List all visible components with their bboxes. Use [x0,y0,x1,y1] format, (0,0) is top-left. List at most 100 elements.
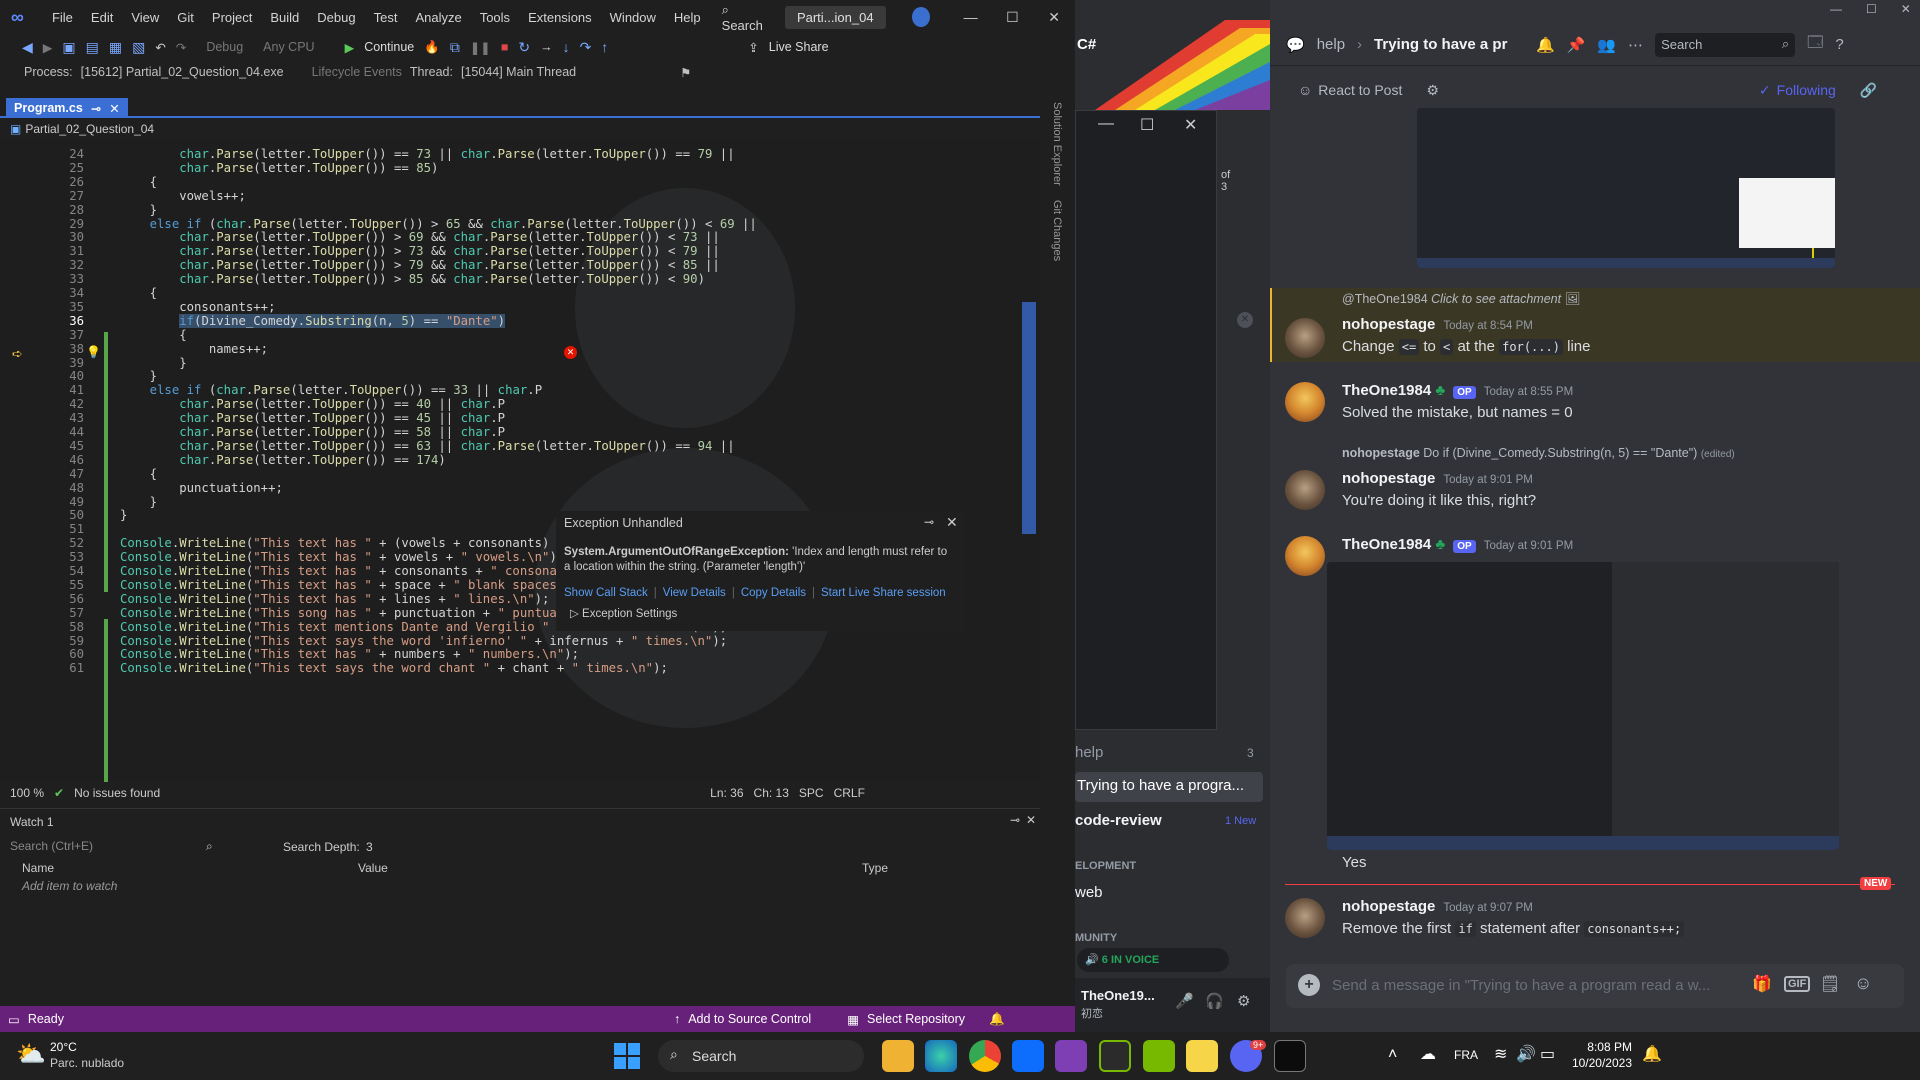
error-icon[interactable]: ✕ [564,346,577,359]
gif-button[interactable]: GIF [1784,976,1811,992]
add-watch-item[interactable]: Add item to watch [22,879,117,893]
menu-test[interactable]: Test [365,10,407,25]
select-repository-button[interactable]: Select Repository [867,1012,965,1026]
link-icon[interactable]: 🔗 [1860,82,1877,99]
menu-window[interactable]: Window [601,10,665,25]
menu-view[interactable]: View [122,10,168,25]
channel-web[interactable]: web [1075,884,1103,901]
show-next-statement-icon[interactable]: → [540,40,553,54]
settings-gear-icon[interactable]: ⚙ [1237,992,1250,1010]
redo-icon[interactable]: ↷ [176,40,186,55]
author-name[interactable]: TheOne1984 [1342,382,1431,399]
reply-reference[interactable]: @TheOne1984 Click to see attachment 🖼 [1342,292,1580,307]
menu-analyze[interactable]: Analyze [406,10,470,25]
help-icon[interactable]: ? [1835,36,1843,53]
process-dropdown[interactable]: [15612] Partial_02_Question_04.exe [81,65,284,79]
menu-tools[interactable]: Tools [471,10,519,25]
message-author[interactable]: nohopestage Today at 8:54 PM [1342,316,1533,333]
show-call-stack-link[interactable]: Show Call Stack [564,587,648,599]
undo-icon[interactable]: ↶ [155,40,165,55]
minimize-icon[interactable]: — [1830,2,1842,16]
menu-debug[interactable]: Debug [308,10,364,25]
avatar[interactable] [1285,382,1325,422]
forum-name[interactable]: help [1317,36,1345,53]
image-attachment[interactable] [1417,108,1835,268]
minimize-icon[interactable]: — [950,9,992,25]
sticky-notes-icon[interactable] [1186,1040,1218,1072]
avatar[interactable] [1285,318,1325,358]
column-type[interactable]: Type [862,861,888,875]
following-button[interactable]: Following [1777,82,1836,98]
view-details-link[interactable]: View Details [663,587,726,599]
headphones-icon[interactable]: 🎧 [1205,992,1224,1010]
close-icon[interactable]: ✕ [1184,115,1197,135]
store-icon[interactable] [1012,1040,1044,1072]
file-explorer-icon[interactable] [882,1040,914,1072]
wifi-icon[interactable]: ≋ [1494,1044,1507,1064]
save-icon[interactable]: ▦ [109,39,122,56]
restart-icon[interactable]: ↻ [518,39,530,56]
pause-icon[interactable]: ❚❚ [470,40,491,55]
onedrive-icon[interactable]: ☁ [1420,1044,1436,1064]
account-avatar[interactable] [911,7,930,27]
vertical-scrollbar-map[interactable] [1022,302,1036,534]
tab-program-cs[interactable]: Program.cs ⊸ ✕ [6,98,128,118]
step-into-icon[interactable]: ↓ [563,39,570,55]
more-options-icon[interactable]: ⋯ [1628,36,1643,54]
open-folder-icon[interactable]: ▤ [86,39,99,56]
category-development[interactable]: ELOPMENT [1075,860,1136,872]
menu-help[interactable]: Help [665,10,710,25]
step-over-icon[interactable]: ↷ [580,39,592,56]
settings-gear-icon[interactable]: ⚙ [1426,82,1439,99]
continue-button[interactable]: Continue [364,40,414,54]
lifecycle-events-button[interactable]: Lifecycle Events [312,65,402,79]
config-dropdown[interactable]: Debug [206,40,243,54]
language-indicator[interactable]: FRA [1454,1048,1478,1062]
notification-bell-icon[interactable]: 🔔 [1642,1044,1662,1064]
author-name[interactable]: TheOne1984 [1342,536,1431,553]
screenshot-attachment[interactable] [1327,562,1839,850]
user-name[interactable]: TheOne19... [1081,988,1155,1003]
browser-link-icon[interactable]: ⧉ [450,39,460,56]
column-name[interactable]: Name [22,861,54,875]
voice-indicator[interactable]: 🔊 6 IN VOICE [1077,948,1229,972]
save-all-icon[interactable]: ▧ [132,39,145,56]
menu-edit[interactable]: Edit [82,10,122,25]
maximize-icon[interactable]: ☐ [1866,2,1877,16]
line-ending-mode[interactable]: CRLF [834,786,865,800]
pin-icon[interactable]: ⊸ [924,515,934,529]
close-icon[interactable]: ✕ [1033,9,1075,26]
back-icon[interactable]: ◀ [22,39,33,56]
sticker-icon[interactable]: 🗒 [1820,974,1840,994]
inbox-icon[interactable]: 🗔 [1807,32,1823,57]
chrome-icon[interactable] [969,1040,1001,1072]
add-attachment-icon[interactable]: + [1298,974,1320,996]
gift-icon[interactable]: 🎁 [1752,974,1772,994]
menu-build[interactable]: Build [261,10,308,25]
battery-icon[interactable]: ▭ [1540,1044,1555,1064]
pin-icon[interactable]: ⊸ [91,101,101,116]
edge-browser-icon[interactable] [925,1040,957,1072]
server-name[interactable]: C# [1077,36,1096,53]
zoom-level-dropdown[interactable]: 100 % [10,786,44,800]
nav-project-dropdown[interactable]: Partial_02_Question_04 [25,122,154,136]
nvidia-icon[interactable] [1099,1040,1131,1072]
search-input[interactable]: Search ⌕ [1655,32,1796,57]
stop-icon[interactable]: ■ [501,40,509,54]
platform-dropdown[interactable]: Any CPU [263,40,314,54]
close-icon[interactable]: ✕ [1901,2,1911,16]
taskbar-search[interactable]: ⌕ Search [658,1040,864,1072]
react-to-post-button[interactable]: React to Post [1318,82,1402,98]
message-author[interactable]: nohopestage Today at 9:07 PM [1342,898,1533,915]
start-windows-icon[interactable] [614,1043,640,1069]
message-input[interactable]: + Send a message in "Trying to have a pr… [1286,964,1904,1008]
flag-thread-icon[interactable]: ⚑ [680,65,691,80]
avatar[interactable] [1285,470,1325,510]
search-depth-dropdown[interactable]: 3 [366,840,373,854]
live-share-button[interactable]: Live Share [769,40,829,54]
code-editor[interactable]: 24 char.Parse(letter.ToUpper()) == 73 ||… [0,138,1040,782]
clock-time[interactable]: 8:08 PM [1572,1040,1632,1054]
message-author[interactable]: TheOne1984 ♣ OP Today at 8:55 PM [1342,382,1573,399]
visual-studio-taskbar-icon[interactable] [1055,1040,1087,1072]
close-icon[interactable]: ✕ [1026,813,1036,827]
